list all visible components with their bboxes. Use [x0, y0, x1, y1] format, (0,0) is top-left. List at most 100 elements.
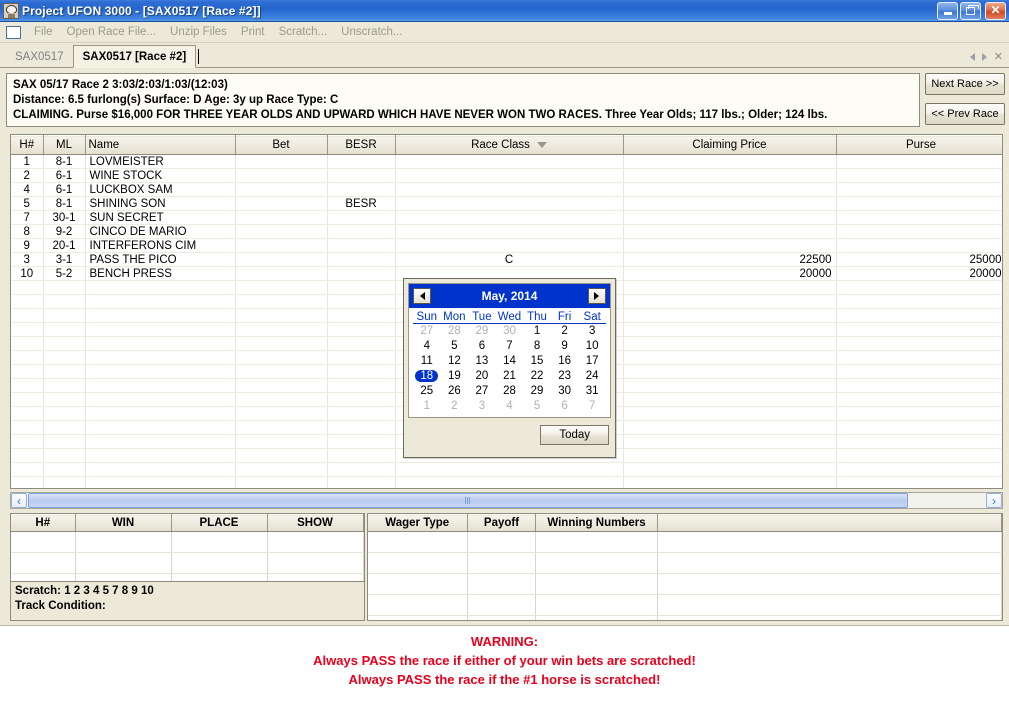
calendar-day[interactable]: 25	[413, 384, 441, 399]
column-header-payoff-horse-number[interactable]: H#	[11, 514, 76, 532]
calendar-day[interactable]: 19	[441, 369, 469, 384]
table-row[interactable]: 3 3-1 PASS THE PICO C 22500 25000	[11, 252, 1002, 267]
menu-item-unzip-files[interactable]: Unzip Files	[163, 24, 234, 40]
calendar-day[interactable]: 23	[551, 369, 579, 384]
calendar-day-adjacent-month[interactable]: 7	[578, 399, 606, 414]
wager-row[interactable]	[367, 573, 1002, 595]
next-race-button[interactable]: Next Race >>	[925, 73, 1005, 95]
table-row[interactable]: 9 20-1 INTERFERONS CIM	[11, 238, 1002, 253]
calendar-day[interactable]: 7	[496, 339, 524, 354]
calendar-day[interactable]: 2	[551, 324, 579, 339]
grid-horizontal-scrollbar[interactable]: ‹ ›	[10, 492, 1003, 509]
minimize-icon[interactable]	[937, 1, 958, 20]
wager-row[interactable]	[367, 552, 1002, 574]
calendar-day[interactable]: 13	[468, 354, 496, 369]
calendar-day-adjacent-month[interactable]: 3	[468, 399, 496, 414]
date-picker-popup[interactable]: May, 2014 Sun Mon Tue Wed Thu Fri Sat 27 28 29 30…	[403, 278, 616, 458]
menu-item-open-race-file[interactable]: Open Race File...	[60, 24, 163, 40]
menu-item-scratch[interactable]: Scratch...	[272, 24, 335, 40]
document-icon[interactable]	[6, 25, 21, 39]
calendar-day[interactable]: 30	[551, 384, 579, 399]
calendar-today-button[interactable]: Today	[540, 425, 609, 446]
calendar-day[interactable]: 20	[468, 369, 496, 384]
table-row[interactable]: 1 8-1 LOVMEISTER	[11, 154, 1002, 169]
column-header-race-class[interactable]: Race Class	[395, 135, 624, 155]
tab-close-icon[interactable]: ✕	[994, 50, 1003, 63]
scroll-right-icon[interactable]: ›	[986, 493, 1002, 508]
calendar-day[interactable]: 1	[523, 324, 551, 339]
tab-sax0517[interactable]: SAX0517	[6, 46, 73, 67]
calendar-day[interactable]: 12	[441, 354, 469, 369]
calendar-day[interactable]: 3	[578, 324, 606, 339]
table-row[interactable]: 7 30-1 SUN SECRET	[11, 210, 1002, 225]
calendar-day[interactable]: 14	[496, 354, 524, 369]
calendar-day[interactable]: 21	[496, 369, 524, 384]
calendar-day[interactable]: 28	[496, 384, 524, 399]
prev-race-button[interactable]: << Prev Race	[925, 103, 1005, 125]
calendar-day-adjacent-month[interactable]: 27	[413, 324, 441, 339]
calendar-day-adjacent-month[interactable]: 5	[523, 399, 551, 414]
column-header-wager-type[interactable]: Wager Type	[367, 514, 468, 532]
calendar-day-adjacent-month[interactable]: 30	[496, 324, 524, 339]
wager-row[interactable]	[367, 615, 1002, 620]
scrollbar-track[interactable]	[27, 493, 986, 508]
payoff-row[interactable]	[11, 573, 364, 581]
column-header-winning-numbers[interactable]: Winning Numbers	[535, 514, 658, 532]
calendar-day[interactable]: 4	[413, 339, 441, 354]
table-row[interactable]: 8 9-2 CINCO DE MARIO	[11, 224, 1002, 239]
column-header-show[interactable]: SHOW	[267, 514, 364, 532]
wager-type-grid[interactable]: Wager Type Payoff Winning Numbers	[366, 513, 1003, 621]
calendar-day-adjacent-month[interactable]: 28	[441, 324, 469, 339]
calendar-day[interactable]: 10	[578, 339, 606, 354]
calendar-day[interactable]: 8	[523, 339, 551, 354]
calendar-day-selected[interactable]: 18	[413, 369, 441, 384]
calendar-day[interactable]: 24	[578, 369, 606, 384]
column-header-morning-line[interactable]: ML	[43, 135, 86, 155]
calendar-day[interactable]: 17	[578, 354, 606, 369]
calendar-day[interactable]: 5	[441, 339, 469, 354]
calendar-next-month-icon[interactable]	[587, 288, 606, 304]
calendar-day[interactable]: 27	[468, 384, 496, 399]
column-header-horse-number[interactable]: H#	[11, 135, 44, 155]
menu-item-print[interactable]: Print	[234, 24, 272, 40]
calendar-day-adjacent-month[interactable]: 4	[496, 399, 524, 414]
column-header-name[interactable]: Name	[85, 135, 236, 155]
calendar-day[interactable]: 11	[413, 354, 441, 369]
win-place-show-grid[interactable]: H# WIN PLACE SHOW	[10, 513, 365, 582]
calendar-day-adjacent-month[interactable]: 6	[551, 399, 579, 414]
column-header-bet[interactable]: Bet	[235, 135, 328, 155]
menu-item-file[interactable]: File	[27, 24, 60, 40]
tab-scroll-left-icon[interactable]	[969, 52, 975, 61]
table-row[interactable]: 2 6-1 WINE STOCK	[11, 168, 1002, 183]
tab-sax0517-race-2[interactable]: SAX0517 [Race #2]	[72, 45, 197, 68]
table-row[interactable]: 4 6-1 LUCKBOX SAM	[11, 182, 1002, 197]
column-header-besr[interactable]: BESR	[327, 135, 396, 155]
calendar-day[interactable]: 6	[468, 339, 496, 354]
column-header-claiming-price[interactable]: Claiming Price	[623, 135, 837, 155]
table-row[interactable]: 5 8-1 SHINING SON BESR	[11, 196, 1002, 211]
tab-scroll-right-icon[interactable]	[981, 52, 987, 61]
calendar-day[interactable]: 26	[441, 384, 469, 399]
menu-item-unscratch[interactable]: Unscratch...	[334, 24, 409, 40]
calendar-prev-month-icon[interactable]	[413, 288, 431, 304]
scrollbar-thumb[interactable]	[28, 493, 909, 508]
calendar-day[interactable]: 16	[551, 354, 579, 369]
calendar-day-adjacent-month[interactable]: 2	[441, 399, 469, 414]
wager-row[interactable]	[367, 531, 1002, 553]
calendar-day[interactable]: 29	[523, 384, 551, 399]
column-header-win[interactable]: WIN	[75, 514, 172, 532]
column-header-wager-extra[interactable]	[657, 514, 1002, 532]
calendar-day[interactable]: 22	[523, 369, 551, 384]
payoff-row[interactable]	[11, 531, 364, 553]
scroll-left-icon[interactable]: ‹	[11, 493, 27, 508]
column-header-payoff[interactable]: Payoff	[467, 514, 536, 532]
calendar-day-adjacent-month[interactable]: 29	[468, 324, 496, 339]
column-header-purse[interactable]: Purse	[836, 135, 1002, 155]
payoff-row[interactable]	[11, 552, 364, 574]
wager-row[interactable]	[367, 594, 1002, 616]
calendar-day[interactable]: 9	[551, 339, 579, 354]
calendar-day[interactable]: 15	[523, 354, 551, 369]
close-icon[interactable]: ✕	[985, 1, 1006, 20]
calendar-day-adjacent-month[interactable]: 1	[413, 399, 441, 414]
calendar-day[interactable]: 31	[578, 384, 606, 399]
